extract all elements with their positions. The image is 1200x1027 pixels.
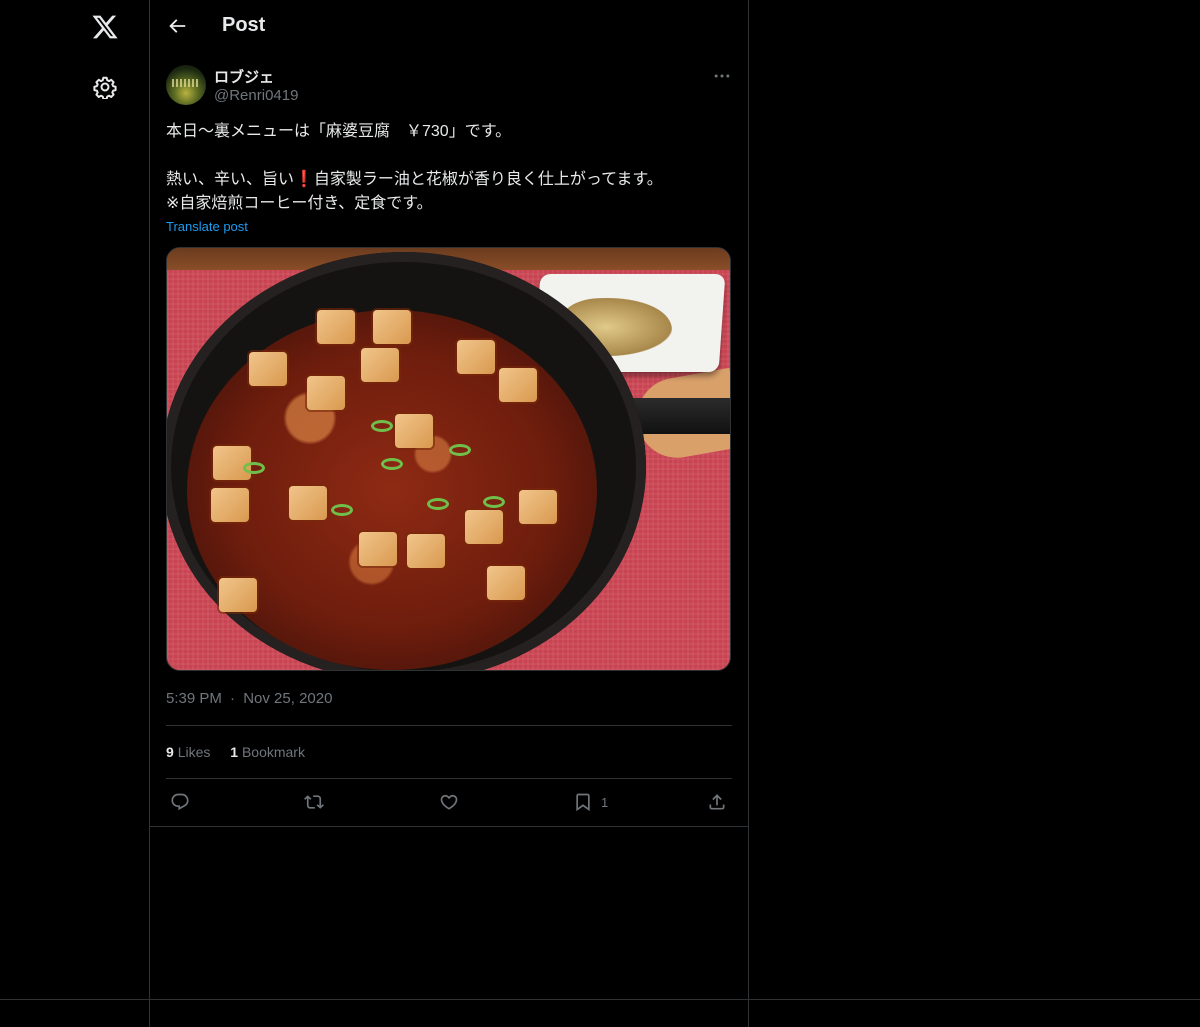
post-actions: 1 [150,790,748,816]
reply-button[interactable] [170,790,190,814]
like-button[interactable] [439,790,459,814]
bookmark-icon [576,793,590,812]
left-navigation [0,0,149,1027]
repost-button[interactable] [304,790,324,814]
post-text: 本日〜裏メニューは「麻婆豆腐 ￥730」です。 熱い、辛い、旨い❗自家製ラー油と… [166,123,663,212]
heart-icon [440,794,458,810]
timestamp-separator: · [230,690,236,707]
bookmark-button[interactable]: 1 [573,790,608,814]
divider [166,778,732,779]
bottom-border [0,999,1200,1000]
column-border-right [748,0,749,1027]
translate-post-link[interactable]: Translate post [166,219,248,234]
post-header: Post [150,0,748,54]
author-display-name[interactable]: ロブジェ [214,66,274,87]
likes-count: 9 [166,744,174,760]
share-button[interactable] [707,790,727,814]
bookmark-count: 1 [601,794,609,810]
post-stats: 9 Likes 1 Bookmark [166,744,305,760]
likes-stat[interactable]: 9 Likes [166,744,210,760]
bookmarks-count: 1 [230,744,239,760]
post-bottom-border [150,826,748,827]
x-logo[interactable] [91,13,119,41]
gear-icon[interactable] [93,75,117,99]
page-title: Post [222,14,266,36]
share-icon [709,794,725,810]
more-options-icon[interactable] [712,66,732,86]
likes-label: Likes [177,744,211,760]
repost-icon [304,795,324,809]
post-date: Nov 25, 2020 [243,690,333,707]
bookmarks-label: Bookmark [241,744,305,760]
back-arrow-icon[interactable] [166,15,188,37]
author-handle[interactable]: @Renri0419 [214,87,298,104]
post-time: 5:39 PM [166,690,222,707]
bookmarks-stat[interactable]: 1 Bookmark [230,744,305,760]
post-image[interactable] [166,247,731,671]
reply-icon [171,793,189,811]
column-border-left [149,0,150,1027]
avatar[interactable] [166,65,206,105]
divider [166,725,732,726]
post-timestamp[interactable]: 5:39 PM · Nov 25, 2020 [166,690,332,707]
